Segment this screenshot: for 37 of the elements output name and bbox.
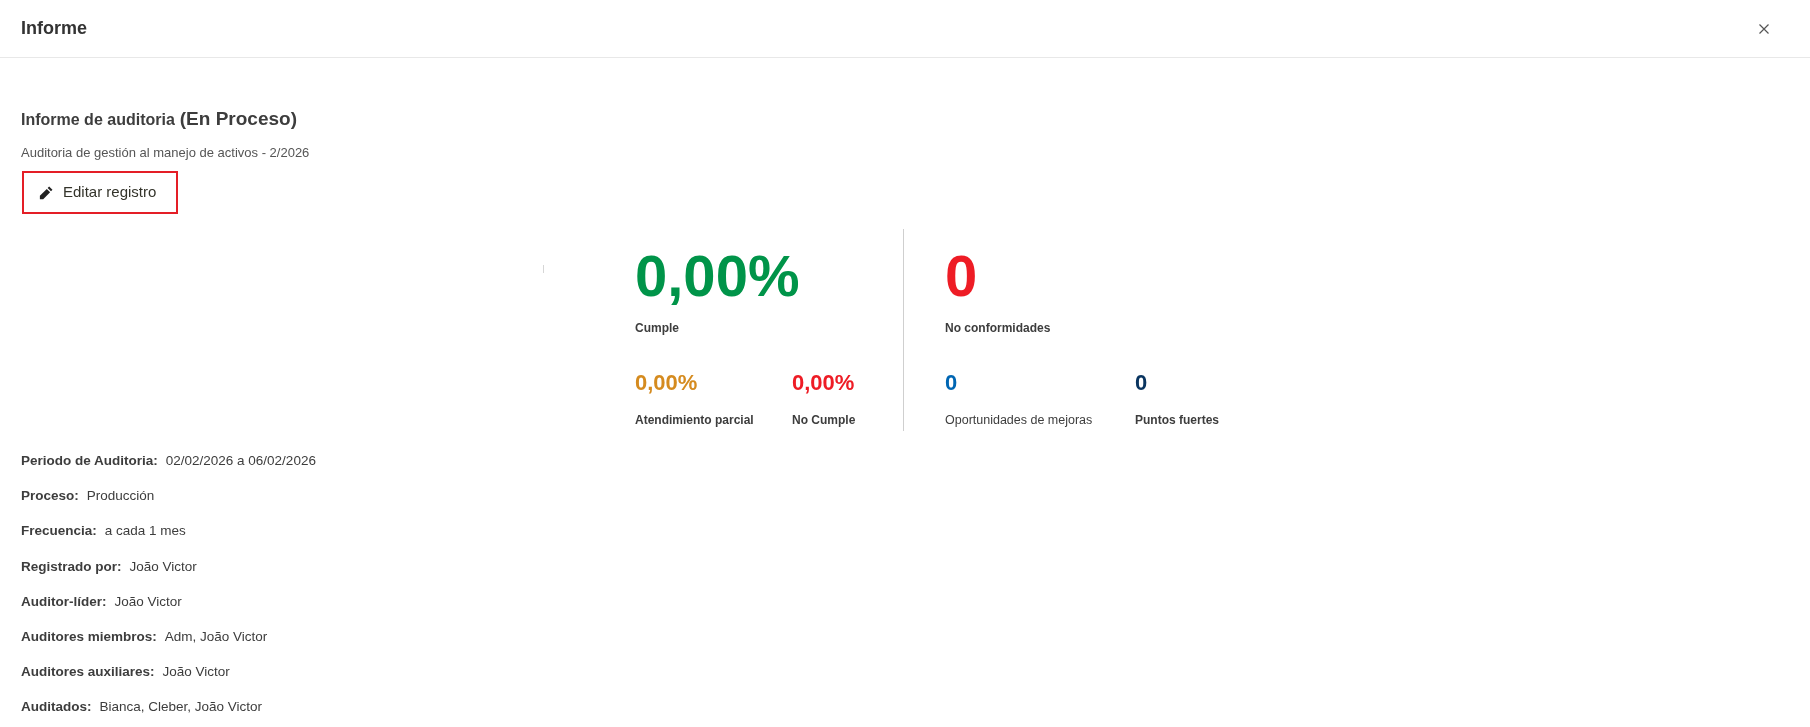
stat-label: No Cumple	[792, 412, 856, 429]
field-label: Registrado por:	[21, 558, 122, 574]
field-label: Auditor-líder:	[21, 593, 107, 609]
stat-value: 0,00%	[792, 369, 855, 396]
stat-label: Cumple	[635, 319, 679, 337]
stat-label: Atendimiento parcial	[635, 412, 754, 429]
field-label: Frecuencia:	[21, 523, 97, 539]
stat-value: 0	[945, 242, 978, 310]
field-label: Periodo de Auditoria:	[21, 453, 158, 468]
pencil-icon	[39, 185, 53, 200]
field-value: a cada 1 mes	[104, 523, 186, 539]
field-value: João Victor	[114, 593, 182, 609]
stat-value: 0	[945, 369, 958, 396]
field-value: João Victor	[162, 664, 230, 680]
field-label: Proceso:	[21, 488, 79, 504]
stat-value: 0	[1135, 369, 1148, 396]
stat-label: Oportunidades de mejoras	[945, 412, 1093, 429]
stat-label: No conformidades	[945, 319, 1051, 337]
close-button[interactable]	[1757, 21, 1771, 36]
close-icon	[1759, 23, 1769, 34]
field-value: 02/02/2026 a 06/02/2026	[165, 453, 316, 468]
chart-tick-mark	[543, 265, 544, 273]
edit-button[interactable]: Editar registro	[22, 171, 179, 214]
stat-value: 0,00%	[635, 242, 800, 310]
stat-label: Puntos fuertes	[1135, 412, 1219, 429]
field-value: João Victor	[129, 558, 197, 574]
stat-value: 0,00%	[635, 369, 698, 396]
field-label: Auditores auxiliares:	[21, 664, 155, 680]
field-label: Auditores miembros:	[21, 628, 157, 644]
field-value: Bianca, Cleber, João Victor	[99, 699, 263, 715]
report-status: (En Proceso)	[179, 107, 297, 131]
field-label: Auditados:	[21, 699, 92, 715]
field-value: Adm, João Victor	[164, 628, 268, 644]
report-title: Informe de auditoria	[21, 110, 175, 130]
report-subtitle: Auditoria de gestión al manejo de activos - 2/2026	[21, 143, 310, 162]
modal-title: Informe	[21, 17, 87, 40]
field-value: Producción	[86, 488, 155, 504]
